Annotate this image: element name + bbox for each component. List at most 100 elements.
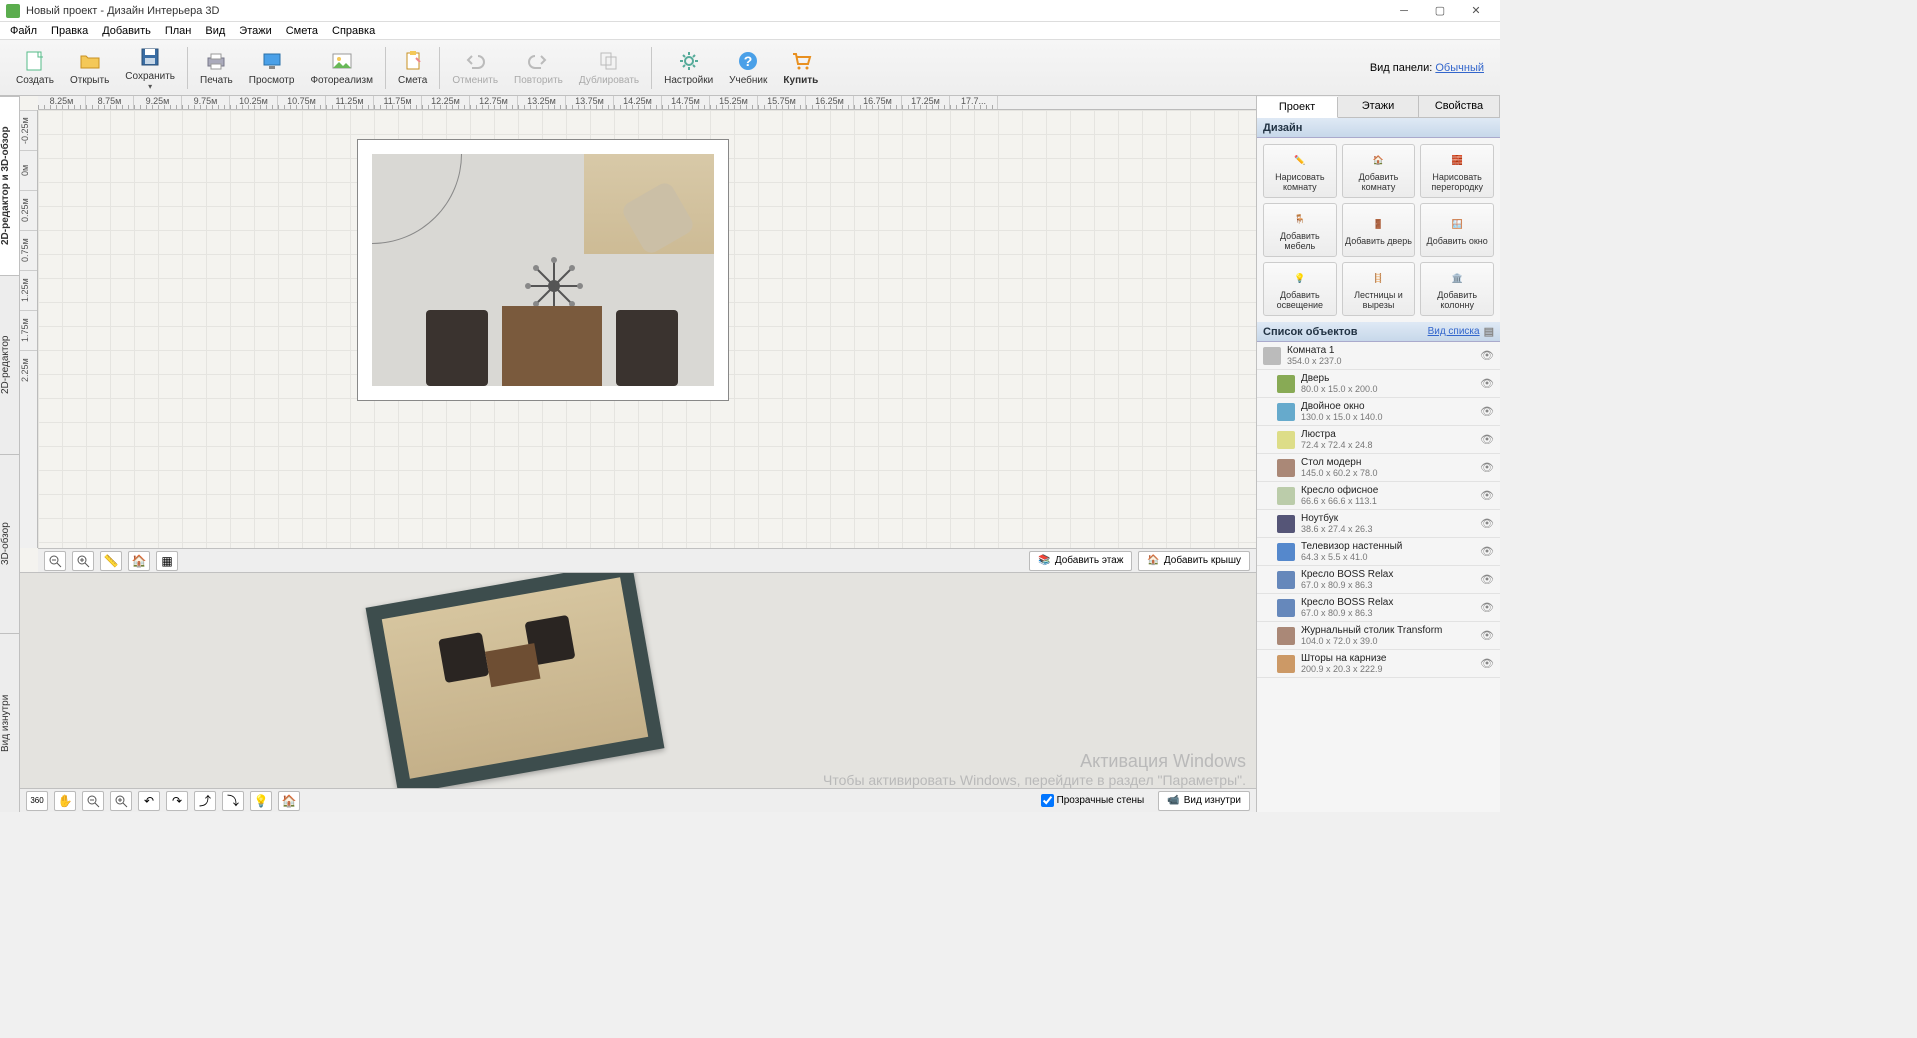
object-list-item[interactable]: Кресло офисное66.6 x 66.6 x 113.1👁 [1257, 482, 1500, 510]
zoom-out-3d-button[interactable] [82, 791, 104, 811]
toolbar-view[interactable]: Просмотр [241, 47, 303, 88]
tilt-up-button[interactable]: ⤴ [194, 791, 216, 811]
armchair-1-2d[interactable] [426, 310, 488, 386]
objects-section-header: Список объектов Вид списка ▤ [1257, 322, 1500, 342]
toolbar-settings[interactable]: Настройки [656, 47, 721, 88]
editor-2d[interactable]: 8.25м8.75м9.25м9.75м10.25м10.75м11.25м11… [20, 96, 1256, 572]
design-card[interactable]: 🚪Добавить дверь [1342, 203, 1416, 257]
object-list-item[interactable]: Стол модерн145.0 x 60.2 x 78.0👁 [1257, 454, 1500, 482]
toolbar-redo[interactable]: Повторить [506, 47, 571, 88]
visibility-toggle[interactable]: 👁 [1480, 573, 1494, 586]
rtab-properties[interactable]: Свойства [1419, 96, 1500, 117]
design-card[interactable]: 🪜Лестницы и вырезы [1342, 262, 1416, 316]
visibility-toggle[interactable]: 👁 [1480, 489, 1494, 502]
add-floor-button[interactable]: 📚Добавить этаж [1029, 551, 1132, 571]
design-card[interactable]: 💡Добавить освещение [1263, 262, 1337, 316]
object-list-item[interactable]: Телевизор настенный64.3 x 5.5 x 41.0👁 [1257, 538, 1500, 566]
measure-2d-button[interactable]: 📏 [100, 551, 122, 571]
menu-view[interactable]: Вид [199, 24, 231, 38]
visibility-toggle[interactable]: 👁 [1480, 629, 1494, 642]
object-list-item[interactable]: Кресло BOSS Relax67.0 x 80.9 x 86.3👁 [1257, 566, 1500, 594]
rtab-project[interactable]: Проект [1257, 97, 1338, 118]
toolbar-duplicate[interactable]: Дублировать [571, 47, 647, 88]
inside-view-button[interactable]: 📹Вид изнутри [1158, 791, 1250, 811]
add-roof-button[interactable]: 🏠Добавить крышу [1138, 551, 1250, 571]
visibility-toggle[interactable]: 👁 [1480, 377, 1494, 390]
view-list-link[interactable]: Вид списка [1428, 322, 1480, 342]
transparent-walls-checkbox[interactable]: Прозрачные стены [1041, 794, 1145, 807]
maximize-button[interactable]: ▢ [1422, 1, 1458, 21]
menu-floors[interactable]: Этажи [233, 24, 277, 38]
toolbar-create[interactable]: Создать [8, 47, 62, 88]
rtab-floors[interactable]: Этажи [1338, 96, 1419, 117]
vtab-2d3d[interactable]: 2D-редактор и 3D-обзор [0, 96, 19, 275]
object-list-item[interactable]: Двойное окно130.0 x 15.0 x 140.0👁 [1257, 398, 1500, 426]
visibility-toggle[interactable]: 👁 [1480, 545, 1494, 558]
pan-3d-button[interactable]: ✋ [54, 791, 76, 811]
room-plan[interactable] [358, 140, 728, 400]
design-card[interactable]: 🏛️Добавить колонну [1420, 262, 1494, 316]
coffee-table-2d[interactable] [502, 306, 602, 386]
toolbar-tutorial[interactable]: ? Учебник [721, 47, 775, 88]
vtab-2d[interactable]: 2D-редактор [0, 275, 19, 454]
vtab-inside[interactable]: Вид изнутри [0, 633, 19, 812]
home-3d-button[interactable]: 🏠 [278, 791, 300, 811]
design-card[interactable]: ✏️Нарисовать комнату [1263, 144, 1337, 198]
toolbar-print[interactable]: Печать [192, 47, 241, 88]
minimize-button[interactable]: ─ [1386, 1, 1422, 21]
panel-mode-link[interactable]: Обычный [1435, 62, 1484, 74]
object-dimensions: 200.9 x 20.3 x 222.9 [1301, 664, 1474, 674]
object-name: Кресло BOSS Relax [1301, 597, 1474, 608]
close-button[interactable]: ✕ [1458, 1, 1494, 21]
toolbar-photorealism[interactable]: Фотореализм [302, 47, 381, 88]
menu-add[interactable]: Добавить [96, 24, 157, 38]
visibility-toggle[interactable]: 👁 [1480, 657, 1494, 670]
design-card[interactable]: 🪑Добавить мебель [1263, 203, 1337, 257]
zoom-in-2d-button[interactable] [72, 551, 94, 571]
tilt-down-button[interactable]: ⤵ [222, 791, 244, 811]
rotate-left-button[interactable]: ↶ [138, 791, 160, 811]
object-list-item[interactable]: Ноутбук38.6 x 27.4 x 26.3👁 [1257, 510, 1500, 538]
menu-plan[interactable]: План [159, 24, 198, 38]
ruler-tick: 0.75м [20, 230, 37, 270]
toolbar-estimate[interactable]: Смета [390, 47, 435, 88]
visibility-toggle[interactable]: 👁 [1480, 601, 1494, 614]
room-3d-view[interactable] [366, 572, 665, 795]
home-2d-button[interactable]: 🏠 [128, 551, 150, 571]
object-list-item[interactable]: Дверь80.0 x 15.0 x 200.0👁 [1257, 370, 1500, 398]
toolbar-undo[interactable]: Отменить [444, 47, 506, 88]
visibility-toggle[interactable]: 👁 [1480, 461, 1494, 474]
canvas-2d[interactable] [38, 110, 1256, 548]
visibility-toggle[interactable]: 👁 [1480, 349, 1494, 362]
grid-2d-button[interactable]: ▦ [156, 551, 178, 571]
zoom-out-2d-button[interactable] [44, 551, 66, 571]
vtab-3d[interactable]: 3D-обзор [0, 454, 19, 633]
visibility-toggle[interactable]: 👁 [1480, 517, 1494, 530]
ruler-tick: 1.75м [20, 310, 37, 350]
toolbar-open[interactable]: Открыть [62, 47, 117, 88]
object-name: Ноутбук [1301, 513, 1474, 524]
toolbar-save[interactable]: Сохранить ▾ [117, 43, 183, 93]
object-list-item[interactable]: Шторы на карнизе200.9 x 20.3 x 222.9👁 [1257, 650, 1500, 678]
menu-file[interactable]: Файл [4, 24, 43, 38]
object-list-item[interactable]: Комната 1354.0 x 237.0👁 [1257, 342, 1500, 370]
zoom-in-3d-button[interactable] [110, 791, 132, 811]
menu-edit[interactable]: Правка [45, 24, 94, 38]
armchair-2-2d[interactable] [616, 310, 678, 386]
design-card[interactable]: 🏠Добавить комнату [1342, 144, 1416, 198]
object-list-item[interactable]: Люстра72.4 x 72.4 x 24.8👁 [1257, 426, 1500, 454]
design-card[interactable]: 🧱Нарисовать перегородку [1420, 144, 1494, 198]
object-list-item[interactable]: Журнальный столик Transform104.0 x 72.0 … [1257, 622, 1500, 650]
object-list-item[interactable]: Кресло BOSS Relax67.0 x 80.9 x 86.3👁 [1257, 594, 1500, 622]
toolbar-buy[interactable]: Купить [775, 47, 826, 88]
menu-estimate[interactable]: Смета [280, 24, 324, 38]
orbit-360-button[interactable]: 360 [26, 791, 48, 811]
menu-help[interactable]: Справка [326, 24, 381, 38]
editor-3d[interactable]: Активация Windows Чтобы активировать Win… [20, 572, 1256, 812]
design-card[interactable]: 🪟Добавить окно [1420, 203, 1494, 257]
visibility-toggle[interactable]: 👁 [1480, 433, 1494, 446]
list-view-icon[interactable]: ▤ [1484, 322, 1494, 342]
visibility-toggle[interactable]: 👁 [1480, 405, 1494, 418]
rotate-right-button[interactable]: ↷ [166, 791, 188, 811]
lighting-button[interactable]: 💡 [250, 791, 272, 811]
